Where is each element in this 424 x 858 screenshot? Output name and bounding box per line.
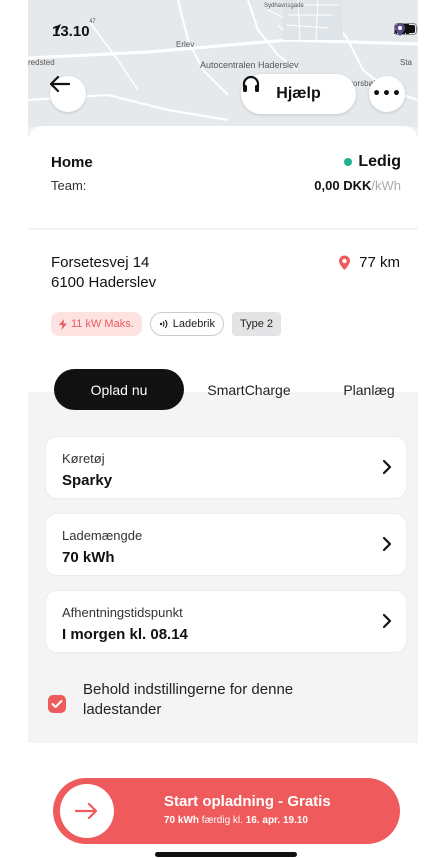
type-chip-label: Type 2 xyxy=(239,318,273,330)
map-label-redsted: redsted xyxy=(28,58,55,67)
location-arrow-icon xyxy=(53,24,61,32)
cable-chip-label: Ladebrik xyxy=(172,318,215,330)
map-label-sydhavnsgade: Sydhavnsgade xyxy=(264,3,304,9)
headphones-icon xyxy=(242,75,260,92)
price-unit: /kWh xyxy=(371,178,401,193)
address-card: Forsetesvej 14 6100 Haderslev 77 km 11 k… xyxy=(28,230,418,362)
status-dot-icon xyxy=(344,158,353,166)
status-small-number: 47 xyxy=(89,19,96,25)
power-chip: 11 kW Maks. xyxy=(51,312,142,336)
start-sub-amount: 70 kWh xyxy=(164,815,200,826)
team-label: Team: xyxy=(51,178,87,193)
start-arrow-circle[interactable] xyxy=(60,784,114,838)
address-line-2: 6100 Haderslev xyxy=(51,274,157,291)
home-indicator xyxy=(155,852,297,857)
back-button[interactable] xyxy=(50,76,86,112)
map-roads xyxy=(28,0,418,133)
address-line-1: Forsetesvej 14 xyxy=(51,254,150,271)
start-charging-title: Start opladning - Gratis xyxy=(164,793,331,810)
chevron-right-icon xyxy=(382,459,392,475)
charge-amount-row[interactable]: Lademængde 70 kWh xyxy=(45,513,407,576)
distance[interactable]: 77 km xyxy=(338,254,400,271)
keep-settings-label: Behold indstillingerne for denne ladesta… xyxy=(83,681,294,718)
status-text: Ledig xyxy=(358,153,401,170)
more-icon: ••• xyxy=(372,86,402,102)
start-charging-button[interactable]: Start opladning - Gratis 70 kWh færdig k… xyxy=(53,778,400,844)
vehicle-label: Køretøj xyxy=(62,451,105,466)
cable-chip: Ladebrik xyxy=(149,312,224,336)
station-info-card: Home Team: Ledig 0,00 DKK/kWh xyxy=(28,126,418,228)
start-charging-subtitle: 70 kWh færdig kl. 16. apr. 19.10 xyxy=(164,815,308,826)
power-chip-label: 11 kW Maks. xyxy=(71,318,134,330)
more-button[interactable]: ••• xyxy=(369,76,405,112)
map[interactable]: Erlev Autocentralen Haderslev Brorsbøl r… xyxy=(28,0,418,140)
nfc-icon xyxy=(159,319,168,329)
map-label-sta: Sta xyxy=(400,58,413,67)
pickup-time-value: I morgen kl. 08.14 xyxy=(62,626,188,643)
help-label: Hjælp xyxy=(276,85,321,102)
pickup-time-row[interactable]: Afhentningstidspunkt I morgen kl. 08.14 xyxy=(45,590,407,653)
tab-planlaeg[interactable]: Planlæg xyxy=(314,369,418,410)
lightning-icon xyxy=(59,318,67,330)
start-sub-mid: færdig kl. xyxy=(199,815,246,826)
status-time: 13.10 xyxy=(52,23,90,40)
chevron-right-icon xyxy=(382,613,392,629)
status-badge: Ledig xyxy=(344,153,401,171)
map-label-autocentralen: Autocentralen Haderslev xyxy=(200,60,299,70)
keep-settings-checkbox[interactable] xyxy=(48,695,66,713)
pickup-time-label: Afhentningstidspunkt xyxy=(62,605,183,620)
app-screen: Erlev Autocentralen Haderslev Brorsbøl r… xyxy=(28,0,418,858)
distance-value: 77 km xyxy=(359,254,400,271)
map-pin-icon xyxy=(395,23,405,36)
map-label-erlev: Erlev xyxy=(176,40,195,49)
chevron-right-icon xyxy=(382,536,392,552)
charge-mode-tabs: Oplad nu SmartCharge Planlæg xyxy=(54,369,418,410)
arrow-left-icon xyxy=(50,76,70,92)
vehicle-value: Sparky xyxy=(62,472,113,489)
charge-amount-label: Lademængde xyxy=(62,528,143,543)
checkmark-icon xyxy=(51,700,63,708)
keep-settings[interactable]: Behold indstillingerne for denne ladesta… xyxy=(48,680,373,720)
charge-amount-value: 70 kWh xyxy=(62,549,115,566)
station-name: Home xyxy=(51,154,93,171)
location-pin-icon xyxy=(339,255,351,270)
status-icons xyxy=(394,23,418,36)
price-value: 0,00 DKK xyxy=(314,178,372,193)
arrow-right-icon xyxy=(75,802,98,820)
start-sub-time: 16. apr. 19.10 xyxy=(245,815,308,826)
tab-smartcharge[interactable]: SmartCharge xyxy=(184,369,314,410)
price: 0,00 DKK/kWh xyxy=(314,178,401,193)
vehicle-row[interactable]: Køretøj Sparky xyxy=(45,436,407,499)
tab-oplad-nu[interactable]: Oplad nu xyxy=(54,369,184,410)
type-chip: Type 2 xyxy=(231,312,281,336)
connector-chips: 11 kW Maks. Ladebrik Type 2 xyxy=(51,312,281,336)
help-button[interactable]: Hjælp xyxy=(241,74,356,114)
